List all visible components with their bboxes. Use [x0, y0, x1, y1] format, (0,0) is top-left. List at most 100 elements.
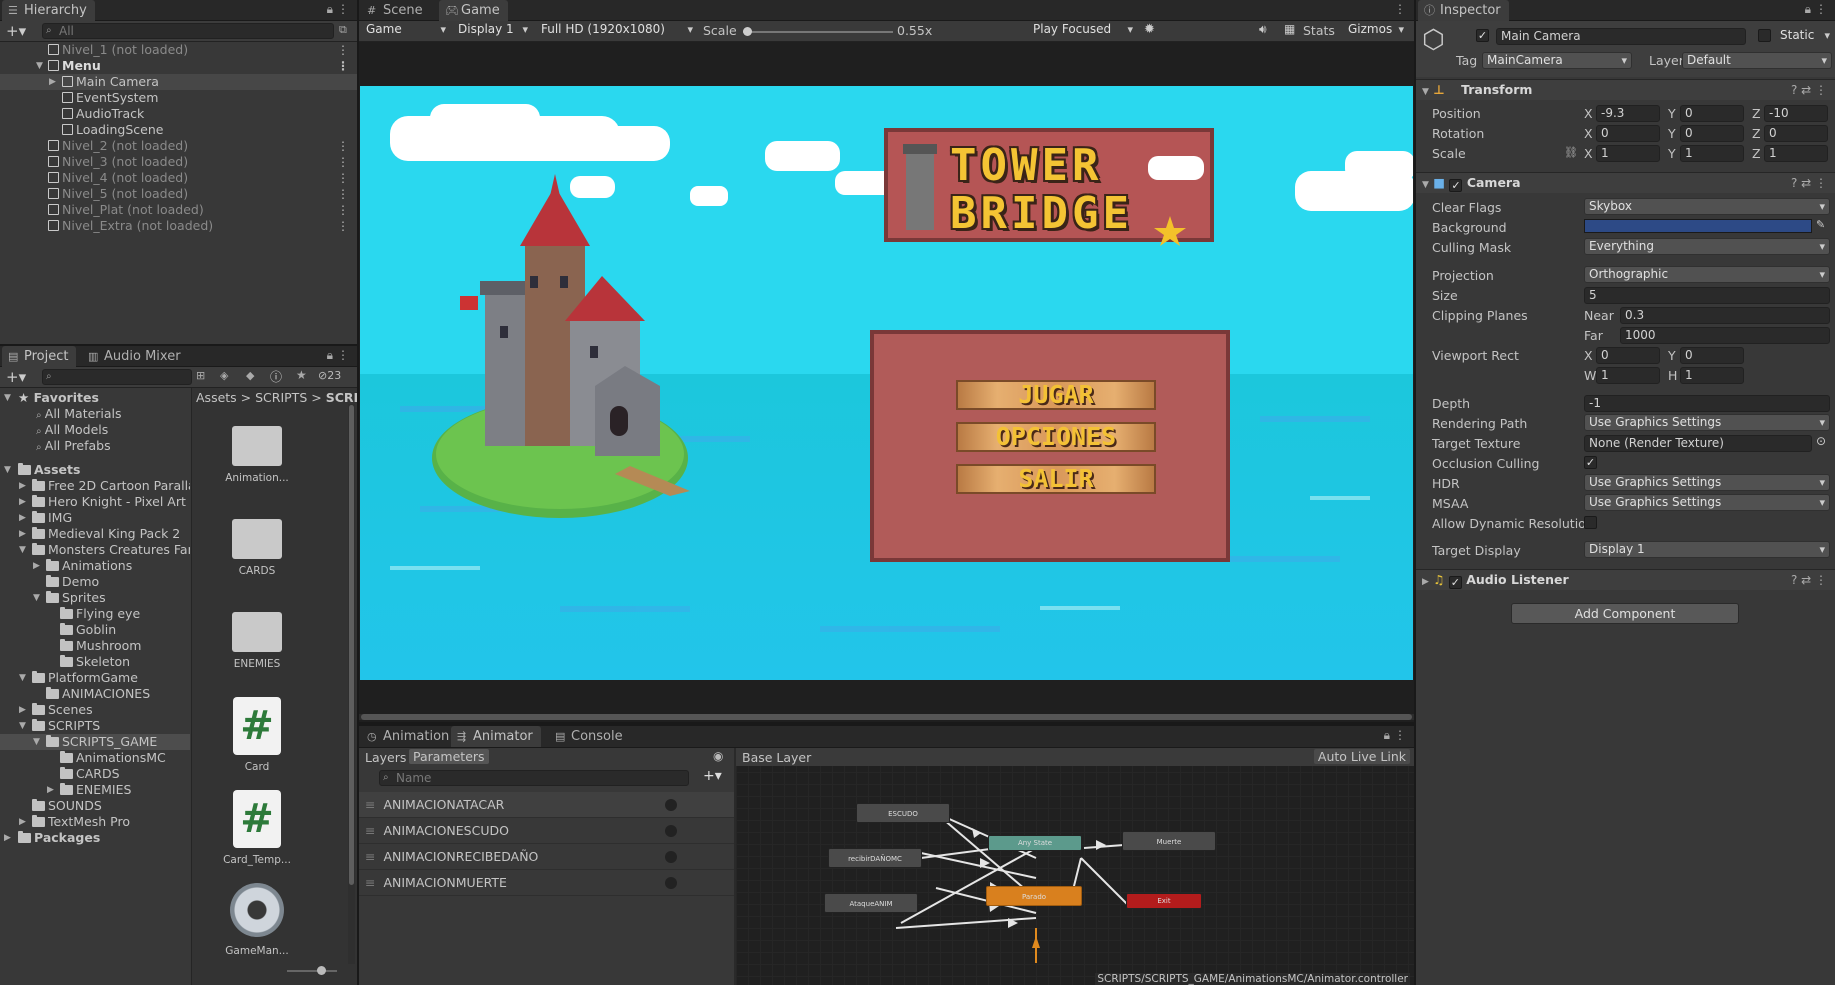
hierarchy-search-input[interactable]: ⌕ All: [42, 23, 334, 39]
expand-arrow-icon[interactable]: ▼: [33, 590, 40, 606]
camera-enabled-checkbox[interactable]: ✓: [1449, 179, 1463, 192]
audio-listener-header[interactable]: ▶ ♫ ✓ Audio Listener? ⇄ ⋮: [1416, 569, 1835, 590]
folder-item[interactable]: ▶ Medieval King Pack 2: [0, 526, 190, 542]
add-parameter-icon[interactable]: +▾: [703, 768, 722, 784]
project-search-input[interactable]: ⌕: [42, 369, 192, 385]
expand-arrow-icon[interactable]: ▼: [36, 58, 43, 74]
tab-game[interactable]: 🎮︎ Game: [439, 0, 508, 21]
opciones-button[interactable]: OPCIONES: [956, 422, 1156, 452]
favorite-item[interactable]: ⌕ All Models: [0, 422, 190, 438]
static-checkbox[interactable]: [1758, 29, 1771, 42]
object-row[interactable]: LoadingScene: [0, 122, 357, 138]
trigger-radio[interactable]: [665, 851, 677, 863]
more-menu-icon[interactable]: ⋮: [337, 348, 349, 362]
more-icon[interactable]: ⋮: [337, 170, 349, 186]
folder-item[interactable]: ▼ SCRIPTS: [0, 718, 190, 734]
folder-item-selected[interactable]: ▼ SCRIPTS_GAME: [0, 734, 190, 750]
scene-row[interactable]: Nivel_Plat (not loaded) ⋮: [0, 202, 357, 218]
display-dropdown[interactable]: Display 1: [454, 22, 532, 39]
trigger-radio[interactable]: [665, 877, 677, 889]
depth-field[interactable]: -1: [1584, 395, 1830, 412]
tab-console[interactable]: ▤ Console: [549, 726, 631, 747]
folder-item[interactable]: ▶ Animations: [0, 558, 190, 574]
expand-arrow-icon[interactable]: ▼: [19, 670, 26, 686]
folder-item[interactable]: ▶ Free 2D Cartoon Parallax: [0, 478, 190, 494]
folder-item[interactable]: Skeleton: [0, 654, 190, 670]
tab-inspector[interactable]: ⓘ Inspector: [1418, 0, 1509, 21]
bug-icon[interactable]: ✹: [1144, 22, 1155, 37]
expand-arrow-icon[interactable]: ▼: [4, 462, 11, 478]
tag-dropdown[interactable]: MainCamera: [1482, 52, 1632, 69]
more-icon[interactable]: ⋮: [337, 58, 349, 74]
layer-dropdown[interactable]: Default: [1682, 52, 1832, 69]
viewport-x-field[interactable]: 0: [1596, 347, 1660, 364]
parameter-row[interactable]: ≡ ANIMACIONATACAR: [359, 792, 734, 818]
expand-arrow-icon[interactable]: ▶: [19, 478, 26, 494]
active-checkbox[interactable]: ✓: [1476, 29, 1489, 42]
rotation-z-field[interactable]: 0: [1764, 125, 1828, 142]
occlusion-culling-checkbox[interactable]: ✓: [1584, 456, 1597, 469]
more-icon[interactable]: ⋮: [337, 138, 349, 154]
stats-grid-icon[interactable]: ▦: [1284, 22, 1295, 36]
eyedropper-icon[interactable]: ✎: [1816, 218, 1825, 231]
expand-arrow-icon[interactable]: ▶: [19, 494, 26, 510]
expand-arrow-icon[interactable]: ▶: [49, 74, 56, 90]
hidden-packages-icon[interactable]: ⊘23: [318, 369, 341, 382]
scale-y-field[interactable]: 1: [1680, 145, 1744, 162]
label-filter-icon[interactable]: ◆: [246, 369, 254, 382]
folder-item[interactable]: Mushroom: [0, 638, 190, 654]
favorite-item[interactable]: ⌕ All Prefabs: [0, 438, 190, 454]
culling-mask-dropdown[interactable]: Everything: [1584, 238, 1830, 255]
search-type-icon[interactable]: ⊞: [196, 369, 205, 382]
tab-animation[interactable]: ◷ Animation: [361, 726, 457, 747]
asset-folder-animations[interactable]: Animation...: [222, 418, 292, 484]
folder-item[interactable]: AnimationsMC: [0, 750, 190, 766]
component-menu-icons[interactable]: ? ⇄ ⋮: [1791, 570, 1827, 590]
info-icon[interactable]: ⓘ: [270, 368, 282, 385]
hdr-dropdown[interactable]: Use Graphics Settings: [1584, 474, 1830, 491]
folder-item[interactable]: Flying eye: [0, 606, 190, 622]
object-picker-icon[interactable]: ⊙: [1816, 434, 1826, 448]
object-row[interactable]: AudioTrack: [0, 106, 357, 122]
add-component-button[interactable]: Add Component: [1511, 603, 1739, 624]
state-exit[interactable]: Exit: [1126, 893, 1202, 909]
tab-project[interactable]: ▤ Project: [2, 346, 77, 367]
folder-item[interactable]: Demo: [0, 574, 190, 590]
parameter-row[interactable]: ≡ ANIMACIONRECIBEDAÑO: [359, 844, 734, 870]
add-icon[interactable]: +▾: [6, 368, 26, 386]
expand-arrow-icon[interactable]: ▼: [33, 734, 40, 750]
state-muerte[interactable]: Muerte: [1122, 831, 1216, 851]
viewport-h-field[interactable]: 1: [1680, 367, 1744, 384]
asset-script-card-template[interactable]: # Card_Temp...: [222, 790, 292, 866]
parameter-row[interactable]: ≡ ANIMACIONESCUDO: [359, 818, 734, 844]
state-escudo[interactable]: ESCUDO: [856, 803, 950, 823]
scale-z-field[interactable]: 1: [1764, 145, 1828, 162]
scene-row[interactable]: Nivel_1 (not loaded) ⋮: [0, 42, 357, 58]
asset-scrollbar[interactable]: [348, 404, 355, 964]
scene-row[interactable]: Nivel_4 (not loaded) ⋮: [0, 170, 357, 186]
lock-icon[interactable]: 🔒︎: [1805, 2, 1811, 17]
scene-visibility-icon[interactable]: ⧉: [339, 23, 347, 37]
folder-assets[interactable]: ▼ Assets: [0, 462, 190, 478]
folder-item[interactable]: Goblin: [0, 622, 190, 638]
folder-item[interactable]: ▶ ENEMIES: [0, 782, 190, 798]
expand-arrow-icon[interactable]: ▶: [19, 526, 26, 542]
expand-arrow-icon[interactable]: ▶: [19, 814, 26, 830]
animator-graph[interactable]: Base Layer Auto Live Link ESCUDO Any Sta…: [736, 748, 1414, 985]
transform-header[interactable]: ▼ ⊥ Transform? ⇄ ⋮: [1416, 79, 1835, 100]
folder-item[interactable]: ▶ Hero Knight - Pixel Art: [0, 494, 190, 510]
state-recibir-dano[interactable]: recibirDAÑOMC: [828, 848, 922, 868]
favorite-star-icon[interactable]: ★: [296, 368, 307, 382]
static-dropdown[interactable]: Static: [1776, 28, 1834, 45]
more-menu-icon[interactable]: ⋮: [1815, 2, 1827, 16]
component-menu-icons[interactable]: ? ⇄ ⋮: [1791, 80, 1827, 100]
clear-flags-dropdown[interactable]: Skybox: [1584, 198, 1830, 215]
object-row[interactable]: EventSystem: [0, 90, 357, 106]
folder-item[interactable]: ▶ IMG: [0, 510, 190, 526]
more-icon[interactable]: ⋮: [337, 202, 349, 218]
salir-button[interactable]: SALIR: [956, 464, 1156, 494]
expand-arrow-icon[interactable]: ▶: [19, 702, 26, 718]
expand-arrow-icon[interactable]: ▶: [33, 558, 40, 574]
asset-script-card[interactable]: # Card: [222, 697, 292, 773]
breadcrumb-assets[interactable]: Assets: [196, 390, 237, 405]
